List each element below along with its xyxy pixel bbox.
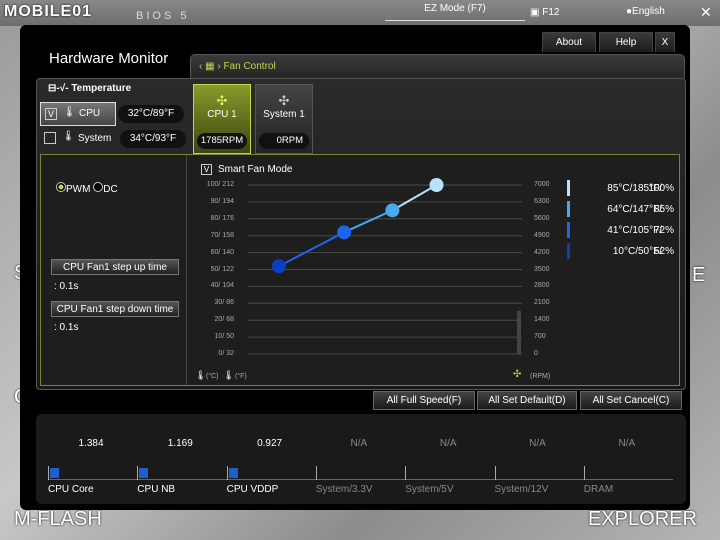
right-tick-label: 2100	[534, 299, 550, 307]
voltage-bar	[405, 466, 407, 480]
legend-percent: 100%	[648, 183, 674, 194]
left-tick-label: 90/ 194	[210, 197, 234, 205]
voltage-value: N/A	[618, 438, 636, 449]
voltage-bar	[315, 466, 317, 480]
rpm-unit: (RPM)	[530, 373, 551, 380]
curve-segment	[343, 209, 393, 234]
legend-percent: 85%	[653, 204, 674, 215]
voltage-label: System/12V	[494, 484, 549, 495]
voltage-label: DRAM	[583, 484, 614, 495]
voltage-bar	[494, 466, 496, 480]
voltage-label: System/3.3V	[315, 484, 373, 495]
left-tick-label: 0/ 32	[218, 350, 234, 357]
voltage-value: N/A	[439, 438, 457, 449]
curve-segment	[278, 231, 345, 268]
legend-swatch	[567, 222, 570, 238]
fahrenheit-unit: (°F)	[235, 373, 247, 380]
voltage-bar	[137, 466, 149, 480]
all-set-default-button[interactable]: All Set Default(D)	[477, 391, 577, 410]
left-tick-label: 60/ 140	[210, 248, 234, 256]
voltage-label: CPU NB	[137, 484, 176, 495]
right-tick-label: 0	[534, 350, 538, 357]
curve-point[interactable]	[429, 178, 444, 192]
voltage-label: CPU VDDP	[226, 484, 279, 495]
right-tick-label: 4200	[534, 248, 550, 256]
left-tick-label: 40/ 104	[210, 282, 234, 290]
right-tick-label: 2800	[534, 282, 550, 290]
legend-percent: 72%	[653, 225, 674, 236]
legend-swatch	[567, 201, 570, 217]
voltage-value: N/A	[350, 438, 368, 449]
voltage-label: CPU Core	[48, 484, 94, 495]
right-tick-label: 4900	[534, 231, 550, 239]
curve-point[interactable]	[337, 225, 352, 240]
left-tick-label: 80/ 176	[210, 214, 234, 222]
right-tick-label: 700	[534, 333, 546, 341]
right-tick-label: 5600	[534, 214, 550, 222]
curve-segment	[391, 184, 437, 212]
voltage-value: N/A	[529, 438, 546, 449]
left-tick-label: 70/ 158	[210, 231, 234, 239]
celsius-unit: (°C)	[206, 373, 219, 380]
all-set-cancel-button[interactable]: All Set Cancel(C)	[580, 391, 682, 410]
voltage-label: System/5V	[405, 484, 454, 495]
legend-percent: 52%	[653, 246, 674, 257]
voltage-value: 0.927	[257, 438, 283, 449]
voltage-bar	[48, 466, 59, 480]
right-tick-label: 3500	[534, 265, 550, 273]
legend-swatch	[567, 180, 570, 196]
voltage-bar	[226, 466, 238, 480]
right-tick-label: 7000	[534, 181, 550, 188]
legend-swatch	[567, 243, 570, 259]
voltage-value: 1.384	[78, 438, 104, 449]
left-tick-label: 20/ 68	[214, 316, 234, 324]
fan-icon: ✣	[513, 369, 522, 380]
left-tick-label: 100/ 212	[206, 181, 234, 188]
right-tick-label: 6300	[534, 197, 550, 205]
thermometer-icon: 🌡︎	[195, 370, 207, 380]
voltage-value: 1.169	[167, 438, 193, 449]
curve-point[interactable]	[385, 203, 400, 218]
left-tick-label: 50/ 122	[210, 265, 234, 273]
left-tick-label: 10/ 50	[214, 333, 234, 341]
thermometer-icon: 🌡︎	[223, 370, 235, 380]
rpm-level-bar	[517, 310, 521, 354]
right-tick-label: 1400	[534, 316, 550, 324]
voltage-bar	[583, 466, 585, 480]
curve-point[interactable]	[272, 259, 286, 274]
left-tick-label: 30/ 86	[214, 299, 234, 307]
all-full-speed-button[interactable]: All Full Speed(F)	[373, 391, 475, 410]
